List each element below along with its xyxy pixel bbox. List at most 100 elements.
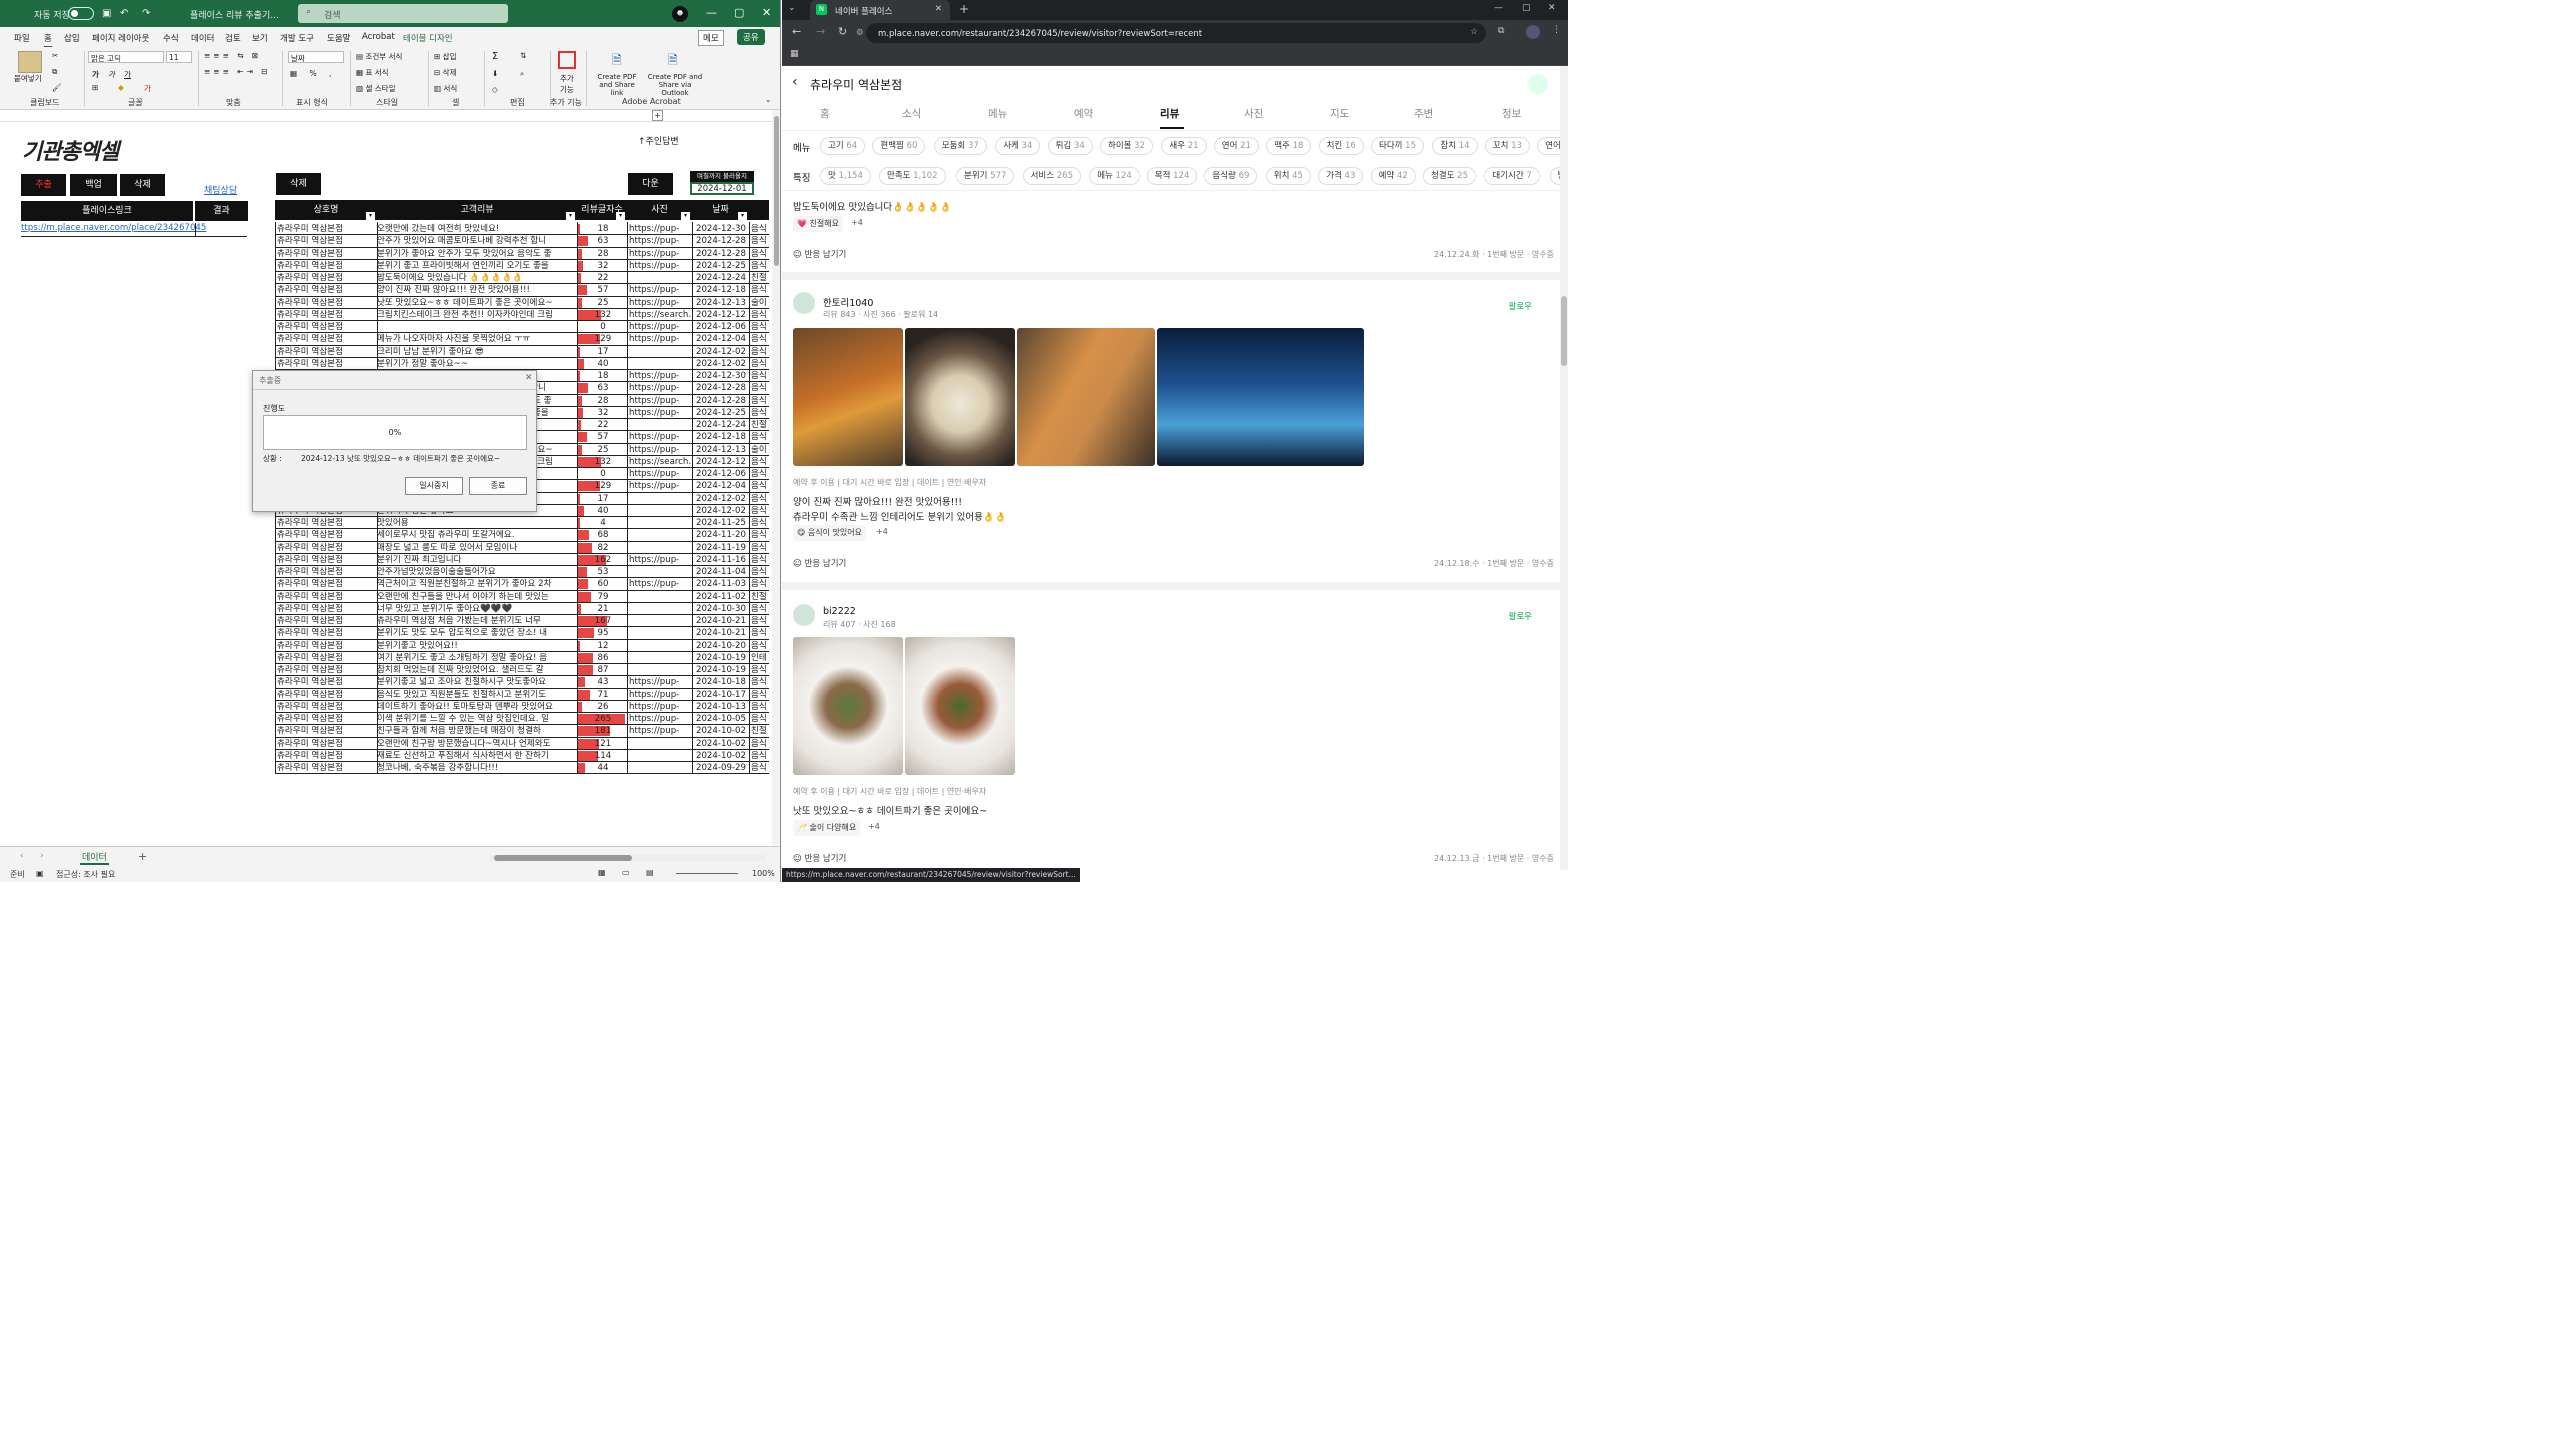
cell-review[interactable]: 낫또 맛있오요~ㅎㅎ 데이트파기 좋은 곳이에요~ [377,297,575,309]
cell-shop[interactable]: 츄라우미 역삼본점 [277,603,375,615]
cell-keyword[interactable]: 음식 [751,480,769,492]
table-row[interactable]: 츄라우미 역삼본점 세이로무시 맛집 츄라우미 또갈거에요. 68 2024-11-2… [275,529,769,542]
filter-dropdown-icon[interactable]: ▾ [616,212,625,220]
filter-dropdown-icon[interactable]: ▾ [566,212,575,220]
cell-date[interactable]: 2024-12-12 [696,309,750,321]
cell-date[interactable]: 2024-10-05 [696,713,750,725]
horizontal-scrollbar[interactable] [490,855,766,861]
user-avatar[interactable] [793,604,815,626]
cell-review[interactable]: 매장도 넓고 룸도 따로 있어서 모임이나 [377,542,575,554]
cell-keyword[interactable]: 음식 [751,456,769,468]
cell-date[interactable]: 2024-11-03 [696,578,750,590]
minimize-icon[interactable]: — [1494,3,1503,13]
cell-shop[interactable]: 츄라우미 역삼본점 [277,640,375,652]
download-button[interactable]: 다운 [628,173,673,195]
cell-date[interactable]: 2024-10-21 [696,627,750,639]
reviewer-name[interactable]: 한토리1040 [823,295,873,309]
page-scrollbar[interactable] [1560,66,1568,870]
cell-count[interactable]: 22 [579,272,627,284]
apps-icon[interactable]: ▦ [790,49,799,59]
cell-photo[interactable]: https://pup- [629,554,691,566]
cell-review[interactable]: 친구들과 함께 처음 방문했는데 매장이 청결하 [377,725,575,737]
add-sheet-icon[interactable]: + [138,850,147,863]
cell-keyword[interactable]: 음식 [751,370,769,382]
cell-keyword[interactable]: 음식 [751,566,769,578]
cell-review[interactable]: 역근처이고 직원분친절하고 분위기가 좋아요 2차 [377,578,575,590]
filter-chip[interactable]: 맥주 18 [1266,137,1312,155]
cell-date[interactable]: 2024-10-30 [696,603,750,615]
cell-date[interactable]: 2024-12-28 [696,395,750,407]
cell-shop[interactable]: 츄라우미 역삼본점 [277,284,375,296]
cell-date[interactable]: 2024-12-02 [696,493,750,505]
cell-review[interactable]: 분위기도 맛도 모두 압도적으로 좋았던 장소! 내 [377,627,575,639]
cell-shop[interactable]: 츄라우미 역삼본점 [277,591,375,603]
redo-icon[interactable]: ↷ [142,8,150,19]
cell-keyword[interactable]: 음식 [751,701,769,713]
reviewer-name[interactable]: bi2222 [823,606,856,617]
cell-count[interactable]: 0 [579,321,627,333]
review-photo[interactable] [1157,328,1364,466]
cell-shop[interactable]: 츄라우미 역삼본점 [277,566,375,578]
autosave-toggle[interactable] [68,7,94,20]
ribbon-tab-0[interactable]: 파일 [14,32,30,44]
cell-keyword[interactable]: 음식 [751,235,769,247]
place-tab-7[interactable]: 주변 [1414,106,1433,121]
filter-chip[interactable]: 연어 21 [1213,137,1259,155]
place-tab-1[interactable]: 소식 [902,106,921,121]
cell-date[interactable]: 2024-12-06 [696,321,750,333]
cell-count[interactable]: 63 [579,382,627,394]
table-row[interactable]: 츄라우미 역삼본점 음식도 맛있고 직원분들도 친절하시고 분위기도 71 https… [275,689,769,701]
review-photo[interactable] [1017,328,1155,466]
cell-count[interactable]: 114 [579,750,627,762]
cell-count[interactable]: 28 [579,248,627,260]
page-scroll-thumb[interactable] [1561,296,1567,366]
cell-keyword[interactable]: 음식 [751,640,769,652]
cell-date[interactable]: 2024-10-19 [696,652,750,664]
cell-keyword[interactable]: 친절 [751,272,769,284]
underline-icon[interactable]: 가 [124,69,131,80]
cell-shop[interactable]: 츄라우미 역삼본점 [277,713,375,725]
filter-chip[interactable]: 참치 14 [1432,137,1478,155]
cell-count[interactable]: 32 [579,260,627,272]
cell-keyword[interactable]: 음식 [751,358,769,370]
review-photo[interactable] [905,637,1015,775]
cell-count[interactable]: 68 [579,529,627,541]
undo-icon[interactable]: ↶ [120,8,128,19]
cell-review[interactable]: 오랜만에 친구들을 만나서 이야기 하는데 맛있는 [377,591,575,603]
scroll-thumb[interactable] [774,116,779,266]
cell-photo[interactable]: https://search. [629,309,691,321]
delete-cell-button[interactable]: ⊟ 삭제 [434,67,456,78]
cell-count[interactable]: 60 [579,578,627,590]
place-tab-5[interactable]: 사진 [1244,106,1263,121]
cell-date[interactable]: 2024-12-24 [696,419,750,431]
filter-chip[interactable]: 대기시간 7 [1484,167,1540,185]
cell-review[interactable]: 츄라우미 역삼점 처음 가봤는데 분위기도 너무 [377,615,575,627]
cell-date[interactable]: 2024-10-02 [696,738,750,750]
browser-tab[interactable]: N 네이버 플레이스 ✕ [810,0,950,20]
cell-count[interactable]: 132 [579,456,627,468]
cell-review[interactable]: 밥도둑이에요 맛있습니다 👌👌👌👌👌 [377,272,575,284]
sort-filter-icon[interactable]: ⇅ [520,51,526,60]
table-row[interactable]: 츄라우미 역삼본점분위기가 좋아요 안주가 모두 맛있어요 음악도 좋 28htt… [275,248,769,260]
page-break-icon[interactable]: ▤ [646,868,654,877]
cell-shop[interactable]: 츄라우미 역삼본점 [277,248,375,260]
find-icon[interactable]: ⌕ [520,69,524,79]
cell-style-button[interactable]: ▧ 셀 스타일 [356,83,395,94]
filter-chip[interactable]: 타다끼 15 [1371,137,1424,155]
cell-count[interactable]: 21 [579,603,627,615]
filter-chip[interactable]: 목적 124 [1146,167,1198,185]
reload-icon[interactable]: ↻ [838,25,847,38]
cell-shop[interactable]: 츄라우미 역삼본점 [277,554,375,566]
cell-review[interactable]: 이색 분위기를 느낄 수 있는 역삼 맛집인데요. 일 [377,713,575,725]
cell-keyword[interactable]: 친절 [751,419,769,431]
cell-date[interactable]: 2024-12-25 [696,407,750,419]
cell-shop[interactable]: 츄라우미 역삼본점 [277,517,375,529]
cell-keyword[interactable]: 음식 [751,333,769,345]
ribbon-tab-6[interactable]: 검토 [225,32,241,44]
extensions-icon[interactable]: ⧉ [1498,26,1504,36]
react-button[interactable]: ☺ 반응 남기기 [793,852,846,864]
cell-keyword[interactable]: 술이 [751,444,769,456]
normal-view-icon[interactable]: ▦ [598,868,606,877]
cell-count[interactable]: 25 [579,444,627,456]
cell-photo[interactable]: https://pup- [629,480,691,492]
